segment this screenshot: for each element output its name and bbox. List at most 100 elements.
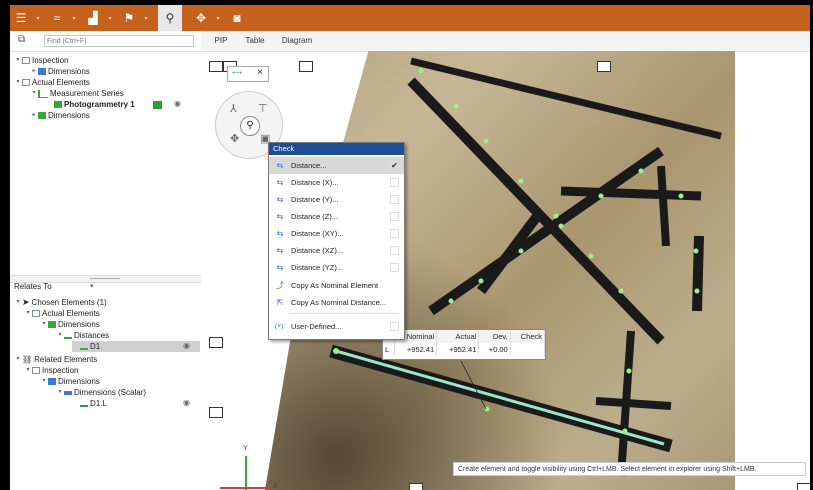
tree-item-dimensions[interactable]: ▸ Dimensions [30, 110, 90, 121]
visibility-icon[interactable]: ◉ [183, 398, 190, 407]
distance-y-icon: ⇆ [276, 195, 284, 204]
tree-item-dimensions[interactable]: ▸ Dimensions [30, 66, 89, 77]
hamburger-icon[interactable]: ☰ [10, 5, 32, 31]
splitter-grip [90, 278, 120, 279]
snapshot-icon[interactable] [797, 483, 810, 490]
visibility-icon[interactable]: ◉ [183, 341, 190, 350]
target-dot [453, 103, 459, 109]
snapshot-icon[interactable] [299, 61, 313, 72]
expand-toggle[interactable]: ▾ [14, 354, 22, 365]
tree-item-inspection[interactable]: ▾ Inspection [24, 365, 78, 376]
expand-toggle[interactable]: ▾ [14, 77, 22, 88]
expand-toggle[interactable]: ▾ [24, 308, 32, 319]
checkbox[interactable] [390, 322, 399, 331]
menu-title: Check [269, 143, 404, 155]
caret-icon[interactable]: ▾ [32, 5, 44, 31]
tree-item-dimensions[interactable]: ▾ Dimensions [40, 319, 99, 330]
menu-item-copy-nominal-element[interactable]: ⤴ Copy As Nominal Element [269, 277, 404, 294]
tree-item-measurement-series[interactable]: ▾ Measurement Series [30, 88, 123, 99]
expand-toggle[interactable]: ▾ [56, 387, 64, 398]
snapshot-icon[interactable] [409, 483, 423, 490]
tree-item-actual-elements[interactable]: ▾ Actual Elements [14, 77, 89, 88]
measurement-label[interactable]: Nominal Actual Dev. Check L +952.41 +952… [382, 329, 546, 360]
menu-item-distance-yz[interactable]: ⇆ Distance (YZ)... [269, 259, 404, 276]
snapshot-icon[interactable] [209, 61, 223, 72]
expand-toggle[interactable]: ▾ [24, 365, 32, 376]
expand-toggle[interactable]: ▾ [30, 88, 38, 99]
target-dot [518, 248, 524, 254]
tree-item-dimensions[interactable]: ▾ Dimensions [40, 376, 99, 387]
checkbox[interactable] [390, 178, 399, 187]
target-dot [418, 68, 424, 74]
checkbox[interactable] [390, 195, 399, 204]
tree-item-chosen-elements[interactable]: ▾ ➤ Chosen Elements (1) [14, 297, 106, 308]
checkbox[interactable] [390, 246, 399, 255]
folder-icon [22, 79, 30, 86]
tree-item-dimensions-scalar[interactable]: ▾ Dimensions (Scalar) [56, 387, 146, 398]
expand-toggle[interactable]: ▾ [14, 297, 22, 308]
menu-item-distance-xy[interactable]: ⇆ Distance (XY)... [269, 225, 404, 242]
distance-d1-line[interactable] [335, 349, 665, 446]
distance-icon: ⟷ [232, 70, 243, 77]
graph-icon[interactable]: ≈ [46, 5, 68, 31]
menu-item-distance-z[interactable]: ⇆ Distance (Z)... [269, 208, 404, 225]
checkbox[interactable]: ✔ [390, 161, 399, 170]
checkbox[interactable] [390, 229, 399, 238]
tree-item-distances[interactable]: ▾ Distances [56, 330, 109, 341]
menu-item-user-defined[interactable]: (×); User-Defined... [269, 318, 404, 335]
caret-icon[interactable]: ▾ [212, 5, 224, 31]
checkbox[interactable] [390, 212, 399, 221]
menu-item-distance[interactable]: ⇆ Distance... ✔ [269, 157, 404, 174]
expand-toggle[interactable]: ▾ [14, 55, 22, 66]
close-icon[interactable]: × [257, 67, 263, 78]
target-dot [693, 248, 699, 254]
expand-toggle[interactable]: ▸ [30, 66, 38, 77]
visibility-icon[interactable]: ◉ [174, 99, 181, 108]
relates-dropdown[interactable]: ▾ [90, 282, 94, 290]
caret-icon[interactable]: ▾ [104, 5, 116, 31]
search-icon[interactable]: ⚲ [240, 116, 260, 136]
menu-item-label: Distance (Z)... [291, 212, 339, 221]
caret-icon[interactable]: ▾ [68, 5, 80, 31]
tree-label: Inspection [32, 56, 69, 65]
find-input[interactable] [44, 35, 194, 47]
menu-item-distance-xz[interactable]: ⇆ Distance (XZ)... [269, 242, 404, 259]
target-dot [626, 368, 632, 374]
formula-icon: (×); [275, 323, 285, 330]
snapshot-icon[interactable] [209, 407, 223, 418]
menu-item-distance-x[interactable]: ⇆ Distance (X)... [269, 174, 404, 191]
search-icon[interactable]: ⚲ [158, 5, 182, 31]
tree-label: Dimensions [48, 111, 90, 120]
view-iso-icon[interactable]: ⅄ [230, 102, 237, 115]
caret-icon[interactable]: ▾ [140, 5, 152, 31]
tree-item-d1-l[interactable]: D1.L [72, 398, 107, 409]
snapshot-icon[interactable] [209, 337, 223, 348]
checkbox[interactable] [390, 263, 399, 272]
target-icon[interactable]: ✥ [190, 5, 212, 31]
explorer-options-icon[interactable]: ⧉ [18, 34, 25, 45]
view-top-icon[interactable]: ⊤ [258, 102, 268, 115]
tree-item-photogrammetry-1[interactable]: Photogrammetry 1 [46, 99, 135, 110]
selection-chip[interactable]: ⟷ × [227, 66, 269, 82]
tree-item-actual-elements[interactable]: ▾ Actual Elements [24, 308, 99, 319]
menu-item-copy-nominal-distance[interactable]: ⇱ Copy As Nominal Distance... [269, 294, 404, 311]
dimensions-icon [38, 112, 46, 119]
tree-item-d1[interactable]: D1 [72, 341, 200, 352]
view-pan-icon[interactable]: ✥ [230, 132, 239, 145]
cursor-icon: ➤ [22, 297, 30, 307]
snapshot-icon[interactable] [597, 61, 611, 72]
expand-toggle[interactable]: ▾ [40, 376, 48, 387]
expand-toggle[interactable]: ▾ [40, 319, 48, 330]
tree-item-inspection[interactable]: ▾ Inspection [14, 55, 68, 66]
expand-toggle[interactable]: ▾ [56, 330, 64, 341]
camera-icon[interactable]: ◙ [226, 5, 248, 31]
tree-item-related-elements[interactable]: ▾ ⛓ Related Elements [14, 354, 97, 365]
expand-toggle[interactable]: ▸ [30, 110, 38, 121]
chart-icon[interactable]: ▟ [82, 5, 104, 31]
flag-icon[interactable]: ⚑ [118, 5, 140, 31]
label-header: Dev. [478, 330, 511, 343]
menu-item-label: Distance (YZ)... [291, 263, 344, 272]
color-swatch[interactable] [153, 101, 162, 109]
menu-item-distance-y[interactable]: ⇆ Distance (Y)... [269, 191, 404, 208]
label-cell: L [383, 343, 395, 356]
